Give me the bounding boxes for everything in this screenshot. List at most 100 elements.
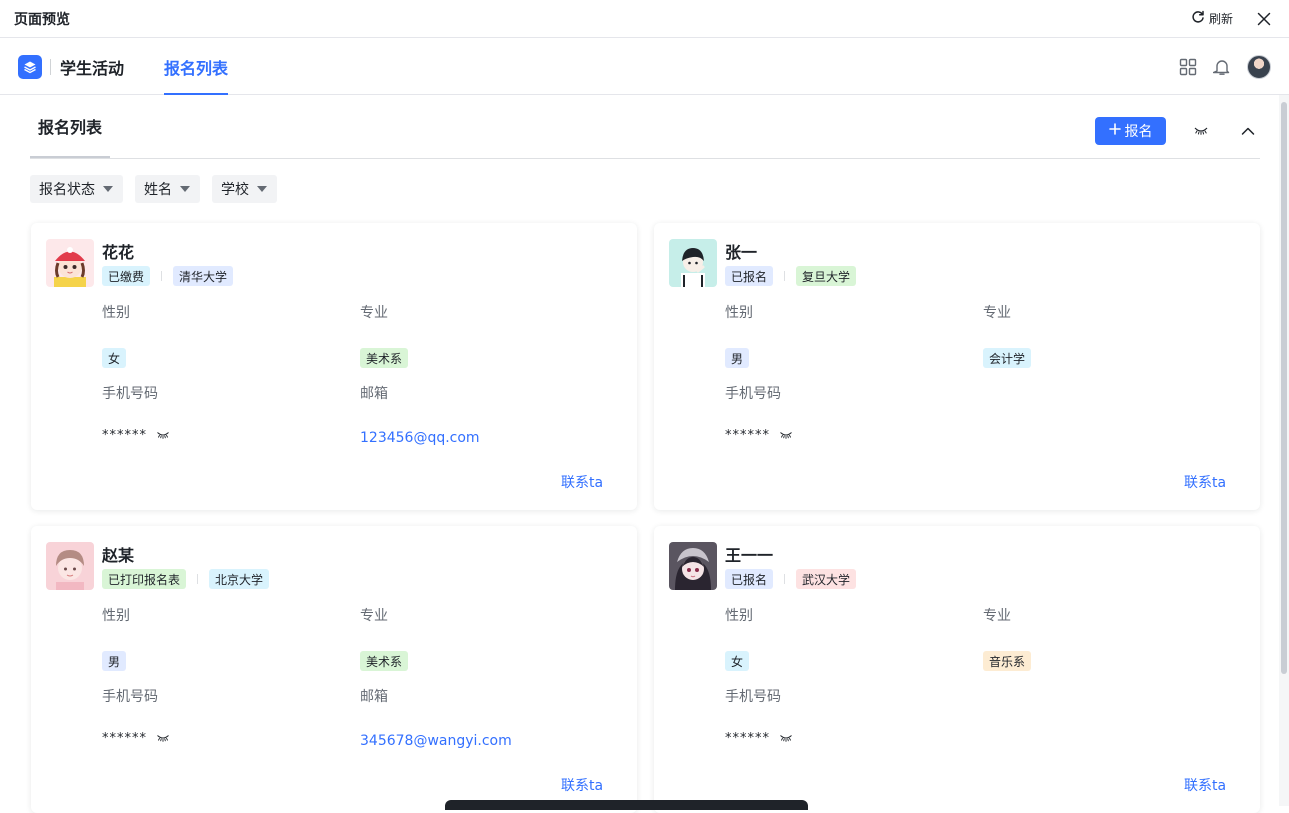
major-label: 专业 xyxy=(360,608,388,624)
major-tag: 音乐系 xyxy=(983,651,1032,671)
eye-closed-icon[interactable] xyxy=(156,734,170,743)
plus-icon xyxy=(1108,123,1121,139)
caret-down-icon xyxy=(180,186,190,192)
phone-label: 手机号码 xyxy=(102,689,158,705)
gender-tag: 男 xyxy=(725,348,750,368)
main-content: 报名列表 报名 报名状态 姓名 学校 花花 已缴费 清华大学 性别 专业 女 美… xyxy=(6,95,1279,813)
phone-value: ****** xyxy=(725,731,793,746)
student-name: 赵某 xyxy=(102,546,135,565)
masked-phone: ****** xyxy=(725,428,770,443)
eye-closed-icon[interactable] xyxy=(779,734,793,743)
refresh-label: 刷新 xyxy=(1208,12,1233,26)
card-tags: 已打印报名表 北京大学 xyxy=(102,569,270,589)
major-label: 专业 xyxy=(983,305,1011,321)
eye-closed-icon[interactable] xyxy=(156,431,170,440)
contact-link[interactable]: 联系ta xyxy=(1184,472,1226,492)
phone-label: 手机号码 xyxy=(725,689,781,705)
status-tag: 已报名 xyxy=(725,266,774,286)
major-tag: 会计学 xyxy=(983,348,1032,368)
status-tag: 已打印报名表 xyxy=(102,569,187,589)
major-tag: 美术系 xyxy=(360,348,409,368)
nav-right-actions xyxy=(1179,54,1289,79)
user-avatar[interactable] xyxy=(1247,54,1271,79)
tag-divider xyxy=(161,271,163,281)
filter-status[interactable]: 报名状态 xyxy=(30,175,123,203)
phone-value: ****** xyxy=(725,428,793,443)
masked-phone: ****** xyxy=(725,731,770,746)
card-tags: 已缴费 清华大学 xyxy=(102,266,234,286)
status-tag: 已缴费 xyxy=(102,266,151,286)
masked-phone: ****** xyxy=(102,428,147,443)
app-logo-icon xyxy=(18,54,42,79)
student-name: 张一 xyxy=(725,243,758,262)
filter-bar: 报名状态 姓名 学校 xyxy=(30,175,277,203)
gender-label: 性别 xyxy=(725,305,753,321)
section-title: 报名列表 xyxy=(30,95,111,158)
caret-down-icon xyxy=(257,186,267,192)
student-card: 花花 已缴费 清华大学 性别 专业 女 美术系 手机号码 邮箱 ****** 1… xyxy=(31,223,637,510)
status-tag: 已报名 xyxy=(725,569,774,589)
refresh-icon xyxy=(1191,10,1205,27)
nav-divider xyxy=(50,58,51,75)
email-link[interactable]: 345678@wangyi.com xyxy=(360,733,512,749)
filter-label: 报名状态 xyxy=(39,182,95,198)
gender-label: 性别 xyxy=(102,305,130,321)
contact-link[interactable]: 联系ta xyxy=(1184,775,1226,795)
eye-closed-icon[interactable] xyxy=(779,431,793,440)
caret-down-icon xyxy=(103,186,113,192)
phone-label: 手机号码 xyxy=(725,386,781,402)
add-signup-button[interactable]: 报名 xyxy=(1095,117,1166,145)
gender-tag: 男 xyxy=(102,651,127,671)
filter-label: 学校 xyxy=(221,182,249,198)
pink-boy-avatar-icon xyxy=(46,542,94,590)
tag-divider xyxy=(197,574,199,584)
phone-value: ****** xyxy=(102,428,170,443)
filter-name[interactable]: 姓名 xyxy=(135,175,200,203)
chevron-up-icon[interactable] xyxy=(1239,122,1257,140)
apps-grid-icon[interactable] xyxy=(1179,58,1197,76)
school-tag: 复旦大学 xyxy=(796,266,857,286)
phone-value: ****** xyxy=(102,731,170,746)
scrollbar-thumb[interactable] xyxy=(1281,102,1287,674)
preview-title: 页面预览 xyxy=(14,11,70,28)
gender-label: 性别 xyxy=(725,608,753,624)
tag-divider xyxy=(784,574,786,584)
preview-actions: 刷新 xyxy=(1191,10,1275,28)
boy-avatar-icon xyxy=(669,239,717,287)
student-card: 王一一 已报名 武汉大学 性别 专业 女 音乐系 手机号码 ****** 联系t… xyxy=(654,526,1260,813)
student-card: 赵某 已打印报名表 北京大学 性别 专业 男 美术系 手机号码 邮箱 *****… xyxy=(31,526,637,813)
school-tag: 清华大学 xyxy=(173,266,234,286)
tab-signup-list[interactable]: 报名列表 xyxy=(164,39,229,95)
school-tag: 北京大学 xyxy=(209,569,270,589)
filter-label: 姓名 xyxy=(144,182,172,198)
preview-header: 页面预览 刷新 xyxy=(0,0,1289,38)
gender-label: 性别 xyxy=(102,608,130,624)
close-icon[interactable] xyxy=(1255,10,1273,28)
school-tag: 武汉大学 xyxy=(796,569,857,589)
filter-school[interactable]: 学校 xyxy=(212,175,277,203)
contact-link[interactable]: 联系ta xyxy=(561,472,603,492)
student-name: 王一一 xyxy=(725,546,774,565)
card-tags: 已报名 武汉大学 xyxy=(725,569,857,589)
masked-phone: ****** xyxy=(102,731,147,746)
eye-closed-icon[interactable] xyxy=(1192,122,1210,140)
email-label: 邮箱 xyxy=(360,689,388,705)
major-label: 专业 xyxy=(983,608,1011,624)
refresh-button[interactable]: 刷新 xyxy=(1191,10,1233,27)
phone-label: 手机号码 xyxy=(102,386,158,402)
major-tag: 美术系 xyxy=(360,651,409,671)
tag-divider xyxy=(784,271,786,281)
anime-girl-avatar-icon xyxy=(669,542,717,590)
email-link[interactable]: 123456@qq.com xyxy=(360,430,480,446)
app-name: 学生活动 xyxy=(60,58,125,78)
student-card: 张一 已报名 复旦大学 性别 专业 男 会计学 手机号码 ****** 联系ta xyxy=(654,223,1260,510)
student-name: 花花 xyxy=(102,243,135,262)
add-signup-label: 报名 xyxy=(1124,124,1153,140)
bottom-toolbar[interactable] xyxy=(445,800,808,810)
email-label: 邮箱 xyxy=(360,386,388,402)
app-nav: 学生活动 报名列表 xyxy=(0,39,1289,95)
contact-link[interactable]: 联系ta xyxy=(561,775,603,795)
gender-tag: 女 xyxy=(725,651,750,671)
gender-tag: 女 xyxy=(102,348,127,368)
bell-icon[interactable] xyxy=(1213,58,1231,76)
